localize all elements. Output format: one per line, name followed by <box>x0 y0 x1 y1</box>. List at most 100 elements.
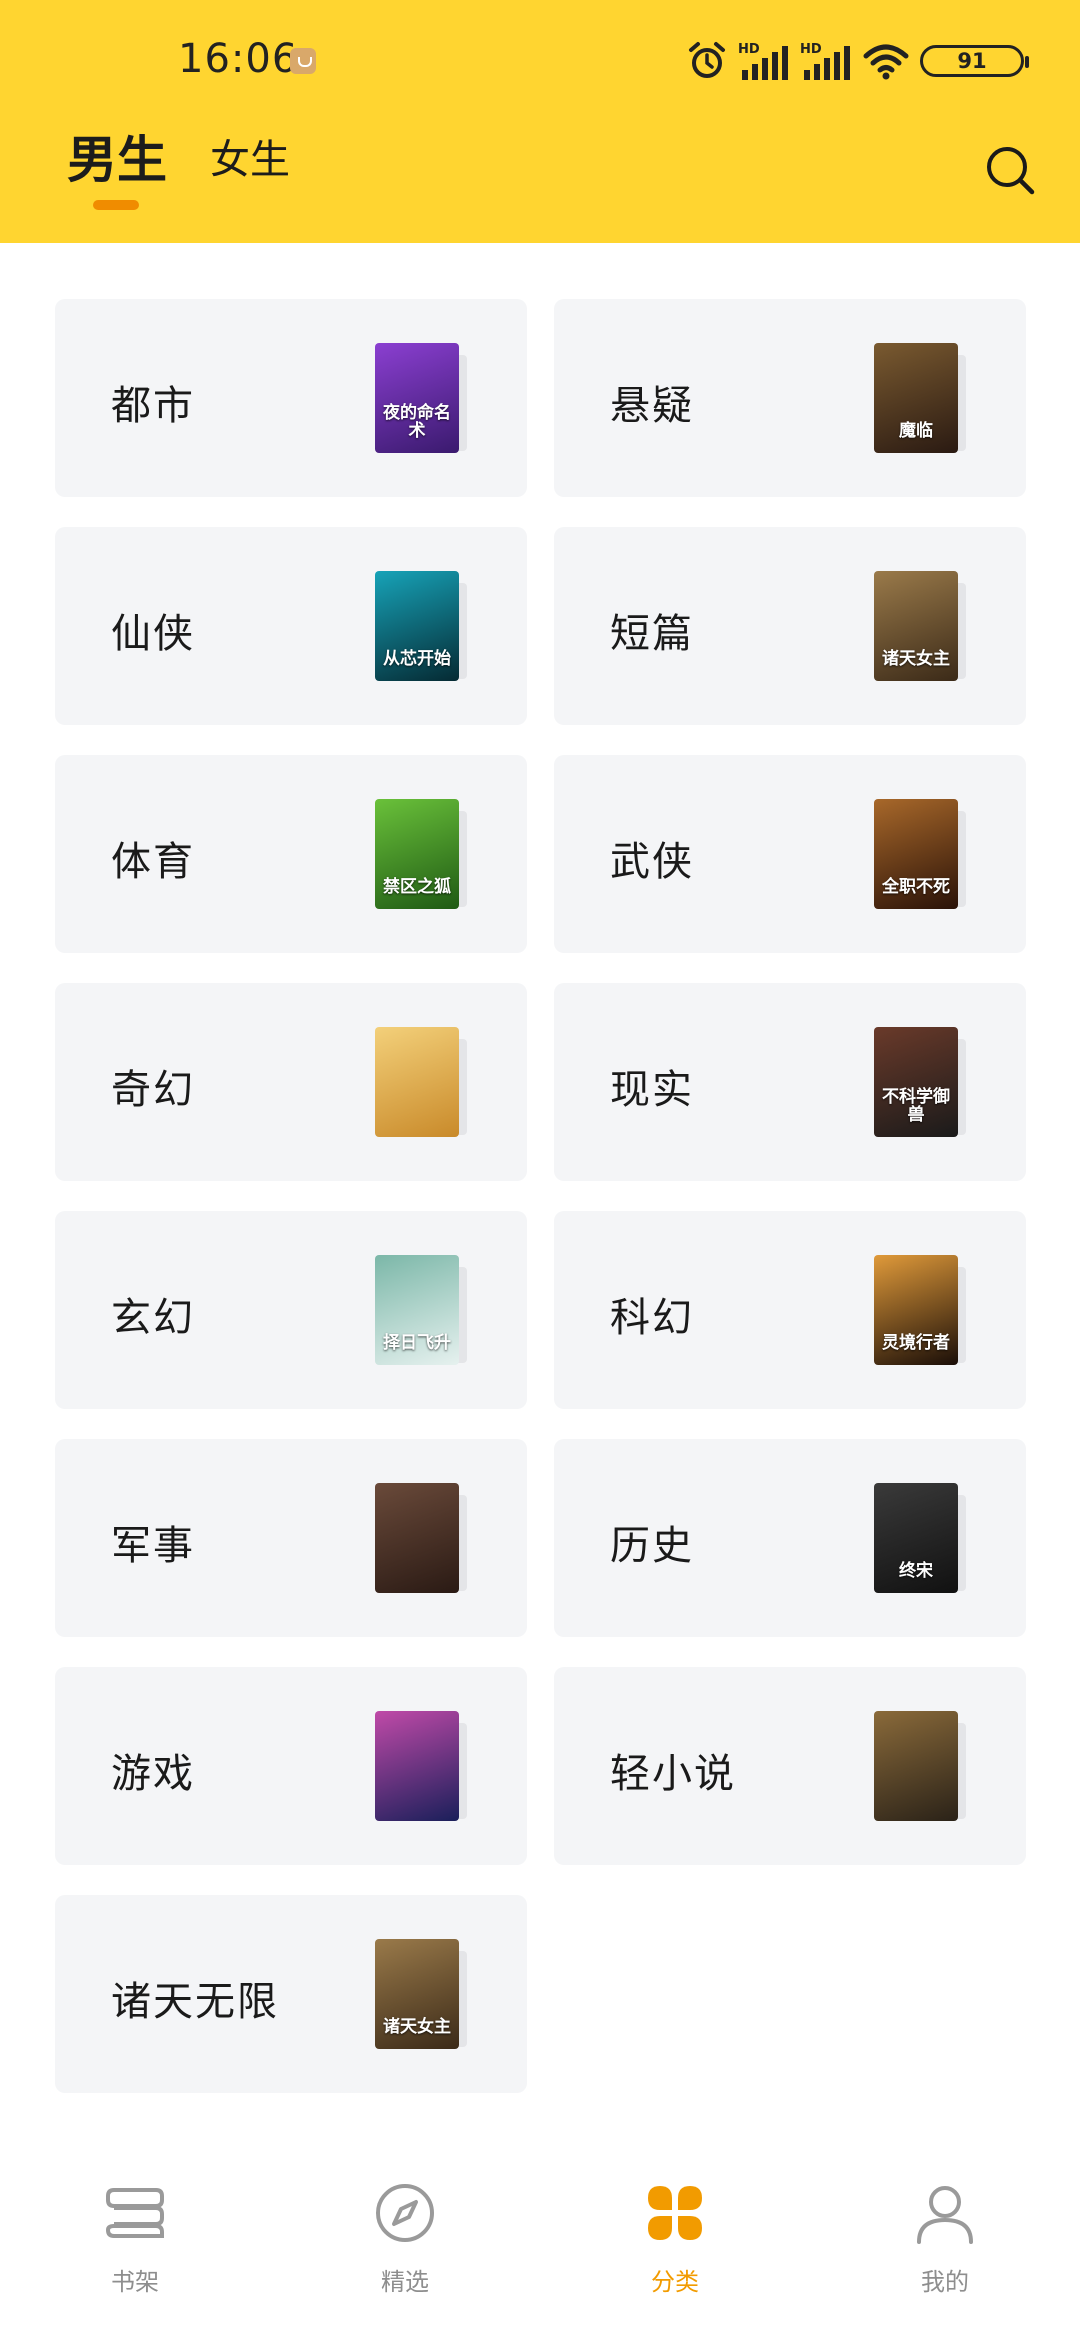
book-cover-image: 全职不死 <box>874 799 958 909</box>
book-cover-stack <box>375 1027 471 1137</box>
book-cover-title: 全职不死 <box>882 877 950 898</box>
book-cover-stack: 择日飞升 <box>375 1255 471 1365</box>
book-cover-title: 终宋 <box>899 1561 933 1582</box>
category-label: 科幻 <box>610 1295 694 1341</box>
nav-profile[interactable]: 我的 <box>845 2178 1045 2328</box>
category-card[interactable]: 游戏 <box>55 1667 527 1865</box>
category-label: 体育 <box>111 839 195 885</box>
book-cover-image: 择日飞升 <box>375 1255 459 1365</box>
book-cover-image <box>375 1483 459 1593</box>
notification-app-icon <box>290 48 316 74</box>
status-bar: 16:06 HD HD 91 <box>0 0 1080 122</box>
category-label: 仙侠 <box>111 611 195 657</box>
category-card[interactable]: 诸天无限诸天女主 <box>55 1895 527 2093</box>
book-cover-title: 不科学御兽 <box>882 1086 950 1126</box>
wifi-icon <box>863 44 909 80</box>
category-label: 现实 <box>610 1067 694 1113</box>
category-grid: 都市 夜的命名术 悬疑 魔临 仙侠 从芯开始 短篇 诸天女主 体育 禁区之狐 武侠 全职不死 奇幻 现实不… <box>0 243 1080 2143</box>
status-time: 16:06 <box>178 36 299 82</box>
category-label: 短篇 <box>610 611 694 657</box>
category-card[interactable]: 武侠全职不死 <box>554 755 1026 953</box>
category-card[interactable]: 历史终宋 <box>554 1439 1026 1637</box>
book-cover-image <box>375 1027 459 1137</box>
book-cover-stack: 灵境行者 <box>874 1255 970 1365</box>
tab-male[interactable]: 男生 <box>67 120 167 192</box>
category-card[interactable]: 现实 不科学御兽 <box>554 983 1026 1181</box>
category-card[interactable]: 仙侠从芯开始 <box>55 527 527 725</box>
nav-bookshelf[interactable]: 书架 <box>35 2178 235 2328</box>
category-card[interactable]: 悬疑魔临 <box>554 299 1026 497</box>
book-cover-image: 终宋 <box>874 1483 958 1593</box>
book-cover-stack: 禁区之狐 <box>375 799 471 909</box>
nav-featured[interactable]: 精选 <box>305 2178 505 2328</box>
book-cover-title: 禁区之狐 <box>383 877 451 898</box>
book-cover-image: 不科学御兽 <box>874 1027 958 1137</box>
book-cover-image: 从芯开始 <box>375 571 459 681</box>
book-cover-image: 魔临 <box>874 343 958 453</box>
top-header: 16:06 HD HD 91 男生 女生 <box>0 0 1080 243</box>
category-card[interactable]: 军事 <box>55 1439 527 1637</box>
category-card[interactable]: 科幻灵境行者 <box>554 1211 1026 1409</box>
category-card[interactable]: 都市 夜的命名术 <box>55 299 527 497</box>
book-cover-title: 择日飞升 <box>383 1333 451 1354</box>
profile-icon <box>917 2186 973 2244</box>
category-label: 军事 <box>111 1523 195 1569</box>
category-card[interactable]: 玄幻择日飞升 <box>55 1211 527 1409</box>
battery-level: 91 <box>957 49 987 73</box>
category-label: 轻小说 <box>610 1751 736 1797</box>
category-label: 历史 <box>610 1523 694 1569</box>
book-cover-stack <box>375 1711 471 1821</box>
alarm-icon <box>689 42 725 78</box>
category-label: 诸天无限 <box>111 1979 279 2025</box>
book-cover-stack: 不科学御兽 <box>874 1027 970 1137</box>
book-cover-title: 魔临 <box>899 421 933 442</box>
category-card[interactable]: 体育禁区之狐 <box>55 755 527 953</box>
book-cover-image <box>375 1711 459 1821</box>
category-card[interactable]: 轻小说 <box>554 1667 1026 1865</box>
book-cover-title: 诸天女主 <box>882 649 950 670</box>
book-cover-stack: 从芯开始 <box>375 571 471 681</box>
tab-female[interactable]: 女生 <box>210 127 290 185</box>
book-cover-image: 夜的命名术 <box>375 343 459 453</box>
category-label: 都市 <box>111 383 195 429</box>
book-cover-image <box>874 1711 958 1821</box>
signal-hd-icon-2: HD <box>800 42 850 80</box>
book-cover-title: 夜的命名术 <box>383 402 451 442</box>
book-cover-stack: 诸天女主 <box>375 1939 471 2049</box>
book-cover-image: 禁区之狐 <box>375 799 459 909</box>
category-card[interactable]: 奇幻 <box>55 983 527 1181</box>
active-tab-indicator <box>93 200 139 210</box>
category-grid-icon <box>648 2186 702 2240</box>
nav-featured-label: 精选 <box>381 2268 429 2296</box>
book-cover-stack: 魔临 <box>874 343 970 453</box>
svg-text:HD: HD <box>738 42 760 57</box>
compass-icon <box>376 2184 434 2242</box>
bookshelf-icon <box>105 2188 164 2238</box>
category-label: 游戏 <box>111 1751 195 1797</box>
book-cover-image: 诸天女主 <box>375 1939 459 2049</box>
category-label: 玄幻 <box>111 1295 195 1341</box>
nav-category-label: 分类 <box>651 2268 699 2296</box>
book-cover-title: 诸天女主 <box>383 2017 451 2038</box>
category-card[interactable]: 短篇诸天女主 <box>554 527 1026 725</box>
bottom-navigation: 书架 精选 分类 我的 <box>0 2160 1080 2340</box>
category-label: 奇幻 <box>111 1067 195 1113</box>
book-cover-stack: 夜的命名术 <box>375 343 471 453</box>
status-icons: HD HD 91 <box>686 38 1029 84</box>
category-label: 悬疑 <box>610 383 694 429</box>
book-cover-stack <box>375 1483 471 1593</box>
nav-category[interactable]: 分类 <box>575 2178 775 2328</box>
book-cover-stack: 终宋 <box>874 1483 970 1593</box>
nav-bookshelf-label: 书架 <box>111 2268 159 2296</box>
svg-text:HD: HD <box>800 42 822 57</box>
book-cover-title: 灵境行者 <box>882 1333 950 1354</box>
book-cover-image: 灵境行者 <box>874 1255 958 1365</box>
book-cover-stack: 全职不死 <box>874 799 970 909</box>
book-cover-stack: 诸天女主 <box>874 571 970 681</box>
battery-indicator: 91 <box>920 45 1029 77</box>
book-cover-stack <box>874 1711 970 1821</box>
search-icon[interactable] <box>980 140 1040 200</box>
category-label: 武侠 <box>610 839 694 885</box>
book-cover-title: 从芯开始 <box>383 649 451 670</box>
book-cover-image: 诸天女主 <box>874 571 958 681</box>
